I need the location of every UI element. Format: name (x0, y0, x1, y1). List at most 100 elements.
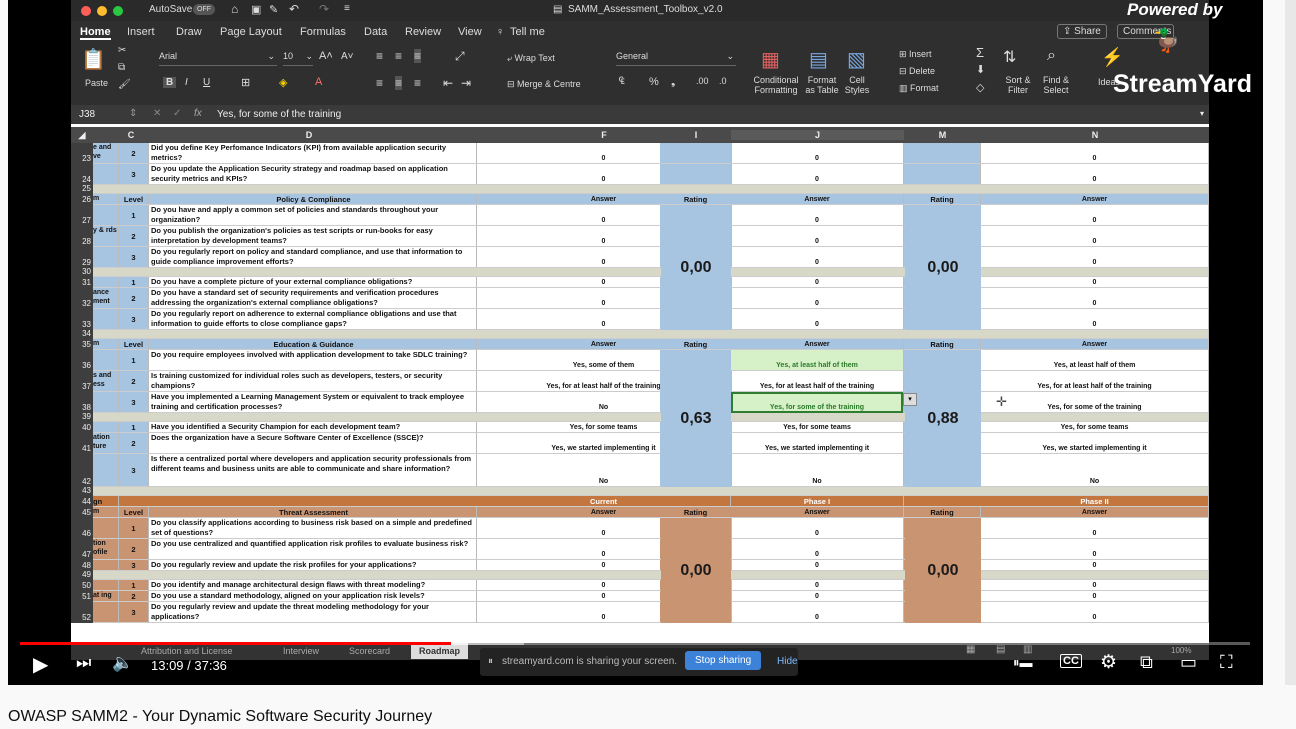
column-header-c[interactable]: C (119, 130, 143, 140)
expand-formula-icon[interactable]: ▾ (1200, 109, 1204, 118)
format-as-table-label[interactable]: Format as Table (804, 75, 840, 95)
tab-insert[interactable]: Insert (127, 26, 155, 38)
practice-label[interactable] (93, 247, 119, 268)
answer-phase-2[interactable]: Yes, for some teams (981, 422, 1209, 433)
row-number[interactable]: 46 (71, 518, 93, 539)
tab-view[interactable]: View (458, 26, 482, 38)
question-cell[interactable]: Do you have a complete picture of your e… (149, 277, 477, 288)
row-number[interactable]: 47 (71, 539, 93, 560)
font-size-select[interactable]: 10 ⌄ (283, 51, 313, 66)
practice-label[interactable] (93, 422, 119, 433)
cut-icon[interactable]: ✂ (118, 45, 126, 56)
selected-cell-j38[interactable] (731, 392, 903, 413)
answer-phase-2[interactable]: Yes, for some of the training (981, 392, 1209, 413)
tab-formulas[interactable]: Formulas (300, 26, 346, 38)
row-number[interactable]: 36 (71, 350, 93, 371)
row-number[interactable]: 33 (71, 309, 93, 330)
answer-phase-1[interactable]: 0 (731, 518, 904, 539)
level-cell[interactable]: 3 (119, 602, 149, 623)
answer-phase-2[interactable]: 0 (981, 226, 1209, 247)
question-cell[interactable]: Do you require employees involved with a… (149, 350, 477, 371)
delete-cells-button[interactable]: ⊟ Delete (899, 66, 935, 76)
practice-label[interactable] (93, 602, 119, 623)
column-header-i[interactable]: I (660, 130, 732, 140)
answer-phase-2[interactable]: 0 (981, 539, 1209, 560)
answer-phase-1[interactable]: 0 (731, 205, 904, 226)
row-number[interactable]: 38 (71, 392, 93, 413)
practice-label[interactable]: at ing (93, 591, 119, 602)
level-cell[interactable]: 2 (119, 371, 149, 392)
level-cell[interactable]: 3 (119, 309, 149, 330)
number-format-select[interactable]: General ⌄ (616, 51, 736, 66)
borders-icon[interactable]: ⊞ (241, 76, 250, 89)
practice-label[interactable] (93, 392, 119, 413)
practice-label[interactable] (93, 350, 119, 371)
italic-icon[interactable]: I (185, 77, 188, 88)
align-right-icon[interactable]: ≡ (414, 76, 421, 90)
practice-label[interactable] (93, 560, 119, 571)
conditional-formatting-label[interactable]: Conditional Formatting (751, 75, 801, 95)
subtitles-icon[interactable]: CC (1060, 654, 1082, 668)
answer-phase-1[interactable]: 0 (731, 247, 904, 268)
autosum-icon[interactable]: Σ (976, 45, 984, 60)
question-cell[interactable]: Do you use centralized and quantified ap… (149, 539, 477, 560)
level-cell[interactable]: 1 (119, 422, 149, 433)
settings-gear-icon[interactable]: ⚙ (1100, 651, 1117, 674)
minimize-window-icon[interactable] (97, 6, 107, 16)
row-number[interactable]: 23 (71, 143, 93, 164)
row-number[interactable]: 27 (71, 205, 93, 226)
practice-label[interactable]: s and ess (93, 371, 119, 392)
question-cell[interactable]: Do you have a standard set of security r… (149, 288, 477, 309)
cancel-entry-icon[interactable]: ✕ (153, 108, 161, 119)
tab-review[interactable]: Review (405, 26, 441, 38)
increase-decimal-icon[interactable]: .00 (696, 76, 709, 86)
name-box[interactable]: J38 (79, 109, 95, 120)
level-cell[interactable]: 1 (119, 350, 149, 371)
comma-icon[interactable]: ❟ (671, 76, 675, 89)
column-header-j[interactable]: J (731, 130, 904, 140)
rating-current[interactable]: Rating (660, 339, 732, 350)
row-number[interactable]: 34 (71, 329, 93, 339)
answer-phase-2[interactable]: 0 (981, 247, 1209, 268)
practice-label[interactable]: y & rds (93, 226, 119, 247)
level-cell[interactable]: 1 (119, 580, 149, 591)
question-cell[interactable]: Do you regularly report on policy and st… (149, 247, 477, 268)
align-center-icon[interactable]: ≡ (395, 76, 403, 90)
tell-me-search[interactable]: Tell me (510, 26, 545, 38)
fullscreen-icon[interactable]: ⛶ (1220, 652, 1233, 673)
question-cell[interactable]: Do you update the Application Security s… (149, 164, 477, 185)
home-icon[interactable]: ⌂ (231, 2, 238, 16)
answer-phase-2[interactable]: 0 (981, 164, 1209, 185)
text-orientation-icon[interactable]: ⤢ (455, 49, 465, 64)
practice-label[interactable] (93, 580, 119, 591)
save-icon[interactable]: ▣ (251, 3, 261, 16)
answer-phase-1[interactable]: 0 (731, 580, 904, 591)
currency-icon[interactable]: ₠ (619, 76, 625, 87)
question-cell[interactable]: Have you implemented a Learning Manageme… (149, 392, 477, 413)
video-player[interactable]: AutoSave OFF ⌂ ▣ ✎ ↶ ↷ ≡ ▤ SAMM_Assessme… (8, 0, 1263, 685)
answer-phase-1[interactable]: 0 (731, 591, 904, 602)
fill-icon[interactable]: ⬇ (976, 63, 985, 76)
level-cell[interactable]: 2 (119, 433, 149, 454)
row-number[interactable]: 39 (71, 412, 93, 422)
answer-phase-2[interactable]: Yes, we started implementing it (981, 433, 1209, 454)
level-cell[interactable]: Level (119, 339, 149, 350)
edit-icon[interactable]: ✎ (269, 3, 278, 16)
practice-label[interactable] (93, 454, 119, 487)
answer-phase-1[interactable]: 0 (731, 226, 904, 247)
cell-dropdown-icon[interactable]: ▾ (903, 393, 917, 406)
question-cell[interactable]: Do you publish the organization's polici… (149, 226, 477, 247)
conditional-formatting-icon[interactable]: ▦ (761, 47, 780, 72)
sort-filter-label[interactable]: Sort & Filter (1003, 75, 1033, 95)
level-cell[interactable]: Level (119, 507, 149, 518)
tab-page-layout[interactable]: Page Layout (220, 26, 282, 38)
level-cell[interactable]: 2 (119, 143, 149, 164)
row-number[interactable]: 26 (71, 194, 93, 205)
level-cell[interactable]: 2 (119, 539, 149, 560)
row-number[interactable]: 29 (71, 247, 93, 268)
answer-phase-1[interactable]: 0 (731, 539, 904, 560)
miniplayer-icon[interactable]: ⧉ (1140, 652, 1153, 673)
row-number[interactable]: 49 (71, 570, 93, 580)
question-cell[interactable]: Does the organization have a Secure Soft… (149, 433, 477, 454)
question-cell[interactable]: Do you regularly report on adherence to … (149, 309, 477, 330)
